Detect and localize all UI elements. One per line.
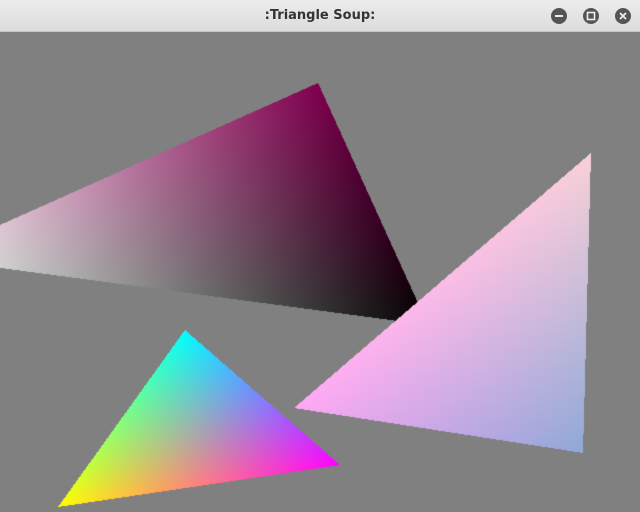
maximize-button[interactable]: [583, 8, 599, 24]
square-icon: [586, 11, 596, 21]
triangle-scene-canvas: [0, 32, 640, 512]
close-button[interactable]: [615, 8, 631, 24]
title-bar: :Triangle Soup:: [0, 0, 640, 32]
x-icon: [619, 12, 627, 20]
minimize-button[interactable]: [551, 8, 567, 24]
minus-icon: [555, 15, 563, 17]
window-title: :Triangle Soup:: [264, 8, 376, 23]
